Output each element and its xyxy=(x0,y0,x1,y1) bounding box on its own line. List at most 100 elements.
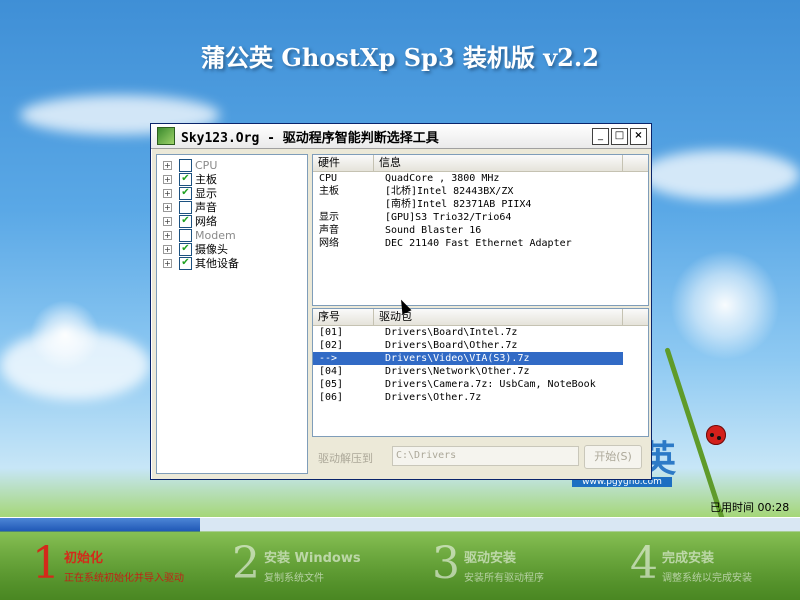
step-title: 完成安装 xyxy=(662,551,715,566)
table-row[interactable]: [06] Drivers\Other.7z xyxy=(313,391,623,404)
window-title: Sky123.Org - 驱动程序智能判断选择工具 xyxy=(181,130,439,146)
progress-fill xyxy=(0,518,200,532)
expand-icon[interactable]: + xyxy=(163,258,172,268)
tree-item-label: 其他设备 xyxy=(195,257,239,270)
step-number: 1 xyxy=(32,538,60,589)
extract-label: 驱动解压到 xyxy=(318,452,373,465)
hardware-cell: 主板 xyxy=(319,186,339,197)
table-row: [南桥]Intel 82371AB PIIX4 xyxy=(313,198,648,211)
tree-checkbox[interactable]: ✔ xyxy=(179,256,192,270)
table-row: 主板 [北桥]Intel 82443BX/ZX xyxy=(313,185,648,198)
ladybug-image xyxy=(706,425,726,445)
number-cell: [01] xyxy=(319,327,344,338)
column-header-number[interactable]: 序号 xyxy=(313,309,374,325)
tree-checkbox[interactable]: ✔ xyxy=(179,214,192,228)
package-cell: Drivers\Other.7z xyxy=(385,392,482,403)
driver-package-table[interactable]: 序号 驱动包 [01] Drivers\Board\Intel.7z [02] Dri… xyxy=(312,308,649,437)
number-cell: [05] xyxy=(319,379,344,390)
package-cell: Drivers\Board\Intel.7z xyxy=(385,327,518,338)
hardware-cell: 显示 xyxy=(319,212,339,223)
number-cell: [04] xyxy=(319,366,344,377)
step-number: 2 xyxy=(232,538,260,589)
number-cell: [02] xyxy=(319,340,344,351)
table-row: 声音 Sound Blaster 16 xyxy=(313,224,648,237)
table-row[interactable]: [01] Drivers\Board\Intel.7z xyxy=(313,326,623,339)
start-button[interactable]: 开始(S) xyxy=(584,445,642,469)
info-cell: [北桥]Intel 82443BX/ZX xyxy=(385,186,514,197)
minimize-button[interactable]: _ xyxy=(592,127,609,145)
step-subtitle: 调整系统以完成安装 xyxy=(662,573,752,584)
hardware-cell: 网络 xyxy=(319,238,339,249)
tree-item[interactable]: + ✔ 显示 xyxy=(163,186,217,200)
column-header-package[interactable]: 驱动包 xyxy=(374,309,623,325)
tree-item[interactable]: + ✔ 主板 xyxy=(163,172,217,186)
table-row[interactable]: [04] Drivers\Network\Other.7z xyxy=(313,365,623,378)
tree-item[interactable]: + Modem xyxy=(163,228,236,242)
step-number: 3 xyxy=(432,538,460,589)
column-header-hardware[interactable]: 硬件 xyxy=(313,155,374,171)
table-row[interactable]: --> Drivers\Video\VIA(S3).7z xyxy=(313,352,623,365)
column-header-filler xyxy=(623,309,648,325)
step-number: 4 xyxy=(630,538,658,589)
install-step: 3 驱动安装安装所有驱动程序 xyxy=(432,539,597,594)
install-step: 4 完成安装调整系统以完成安装 xyxy=(630,539,795,594)
hardware-cell: 声音 xyxy=(319,225,339,236)
package-cell: Drivers\Board\Other.7z xyxy=(385,340,518,351)
table-header: 序号 驱动包 xyxy=(313,309,648,326)
tree-item[interactable]: + ✔ 摄像头 xyxy=(163,242,228,256)
expand-icon[interactable]: + xyxy=(163,160,172,170)
info-cell: DEC 21140 Fast Ethernet Adapter xyxy=(385,238,572,249)
extract-bar: 驱动解压到 C:\Drivers 开始(S) xyxy=(312,442,647,472)
expand-icon[interactable]: + xyxy=(163,244,172,254)
expand-icon[interactable]: + xyxy=(163,202,172,212)
hardware-cell: CPU xyxy=(319,173,338,184)
tree-item[interactable]: + ✔ 其他设备 xyxy=(163,256,239,270)
tree-checkbox[interactable]: ✔ xyxy=(179,186,192,200)
expand-icon[interactable]: + xyxy=(163,188,172,198)
column-header-filler xyxy=(623,155,648,171)
hardware-rows: CPU QuadCore , 3800 MHz 主板 [北桥]Intel 82443B… xyxy=(313,172,648,250)
table-row[interactable]: [02] Drivers\Board\Other.7z xyxy=(313,339,623,352)
dandelion-image xyxy=(30,300,100,370)
tree-item[interactable]: + CPU xyxy=(163,158,217,172)
tree-checkbox[interactable] xyxy=(179,228,192,242)
device-tree[interactable]: + CPU + ✔ 主板 + ✔ 显示 + 声音 + ✔ 网络 + Modem + ✔ 摄像头 + ✔ 其他设备 xyxy=(156,154,308,474)
extract-path-field[interactable]: C:\Drivers xyxy=(392,446,579,466)
column-header-info[interactable]: 信息 xyxy=(374,155,623,171)
tree-checkbox[interactable]: ✔ xyxy=(179,242,192,256)
hardware-info-table: 硬件 信息 CPU QuadCore , 3800 MHz 主板 [北桥]Intel … xyxy=(312,154,649,306)
maximize-button[interactable]: □ xyxy=(611,127,628,145)
tree-checkbox[interactable] xyxy=(179,158,192,172)
install-step: 1 初始化正在系统初始化并导入驱动 xyxy=(32,539,197,594)
tree-checkbox[interactable] xyxy=(179,200,192,214)
tree-item-label: CPU xyxy=(195,158,218,172)
tree-item[interactable]: + 声音 xyxy=(163,200,217,214)
tree-item[interactable]: + ✔ 网络 xyxy=(163,214,217,228)
step-subtitle: 安装所有驱动程序 xyxy=(464,573,544,584)
step-subtitle: 正在系统初始化并导入驱动 xyxy=(64,573,184,584)
expand-icon[interactable]: + xyxy=(163,216,172,226)
close-button[interactable]: × xyxy=(630,127,647,145)
tree-item-label: Modem xyxy=(195,228,236,242)
table-header: 硬件 信息 xyxy=(313,155,648,172)
window-titlebar[interactable]: Sky123.Org - 驱动程序智能判断选择工具 _ □ × xyxy=(151,124,651,149)
tree-item-label: 网络 xyxy=(195,215,217,228)
app-icon xyxy=(157,127,175,145)
info-cell: [GPU]S3 Trio32/Trio64 xyxy=(385,212,512,223)
install-step: 2 安装 Windows 复制系统文件 xyxy=(232,539,397,594)
hardware-cell xyxy=(313,198,379,211)
step-title: 初始化 xyxy=(64,551,104,566)
expand-icon[interactable]: + xyxy=(163,174,172,184)
expand-icon[interactable]: + xyxy=(163,230,172,240)
table-row[interactable]: [05] Drivers\Camera.7z: UsbCam, NoteBook xyxy=(313,378,623,391)
number-cell: --> xyxy=(319,353,338,364)
table-row: 网络 DEC 21140 Fast Ethernet Adapter xyxy=(313,237,648,250)
dandelion-image xyxy=(670,250,780,360)
tree-checkbox[interactable]: ✔ xyxy=(179,172,192,186)
step-title: 安装 Windows xyxy=(264,551,361,566)
step-title: 驱动安装 xyxy=(464,551,517,566)
package-cell: Drivers\Network\Other.7z xyxy=(385,366,530,377)
info-cell: Sound Blaster 16 xyxy=(385,225,482,236)
elapsed-time: 已用时间 00:28 xyxy=(710,501,790,514)
cloud xyxy=(640,150,800,200)
